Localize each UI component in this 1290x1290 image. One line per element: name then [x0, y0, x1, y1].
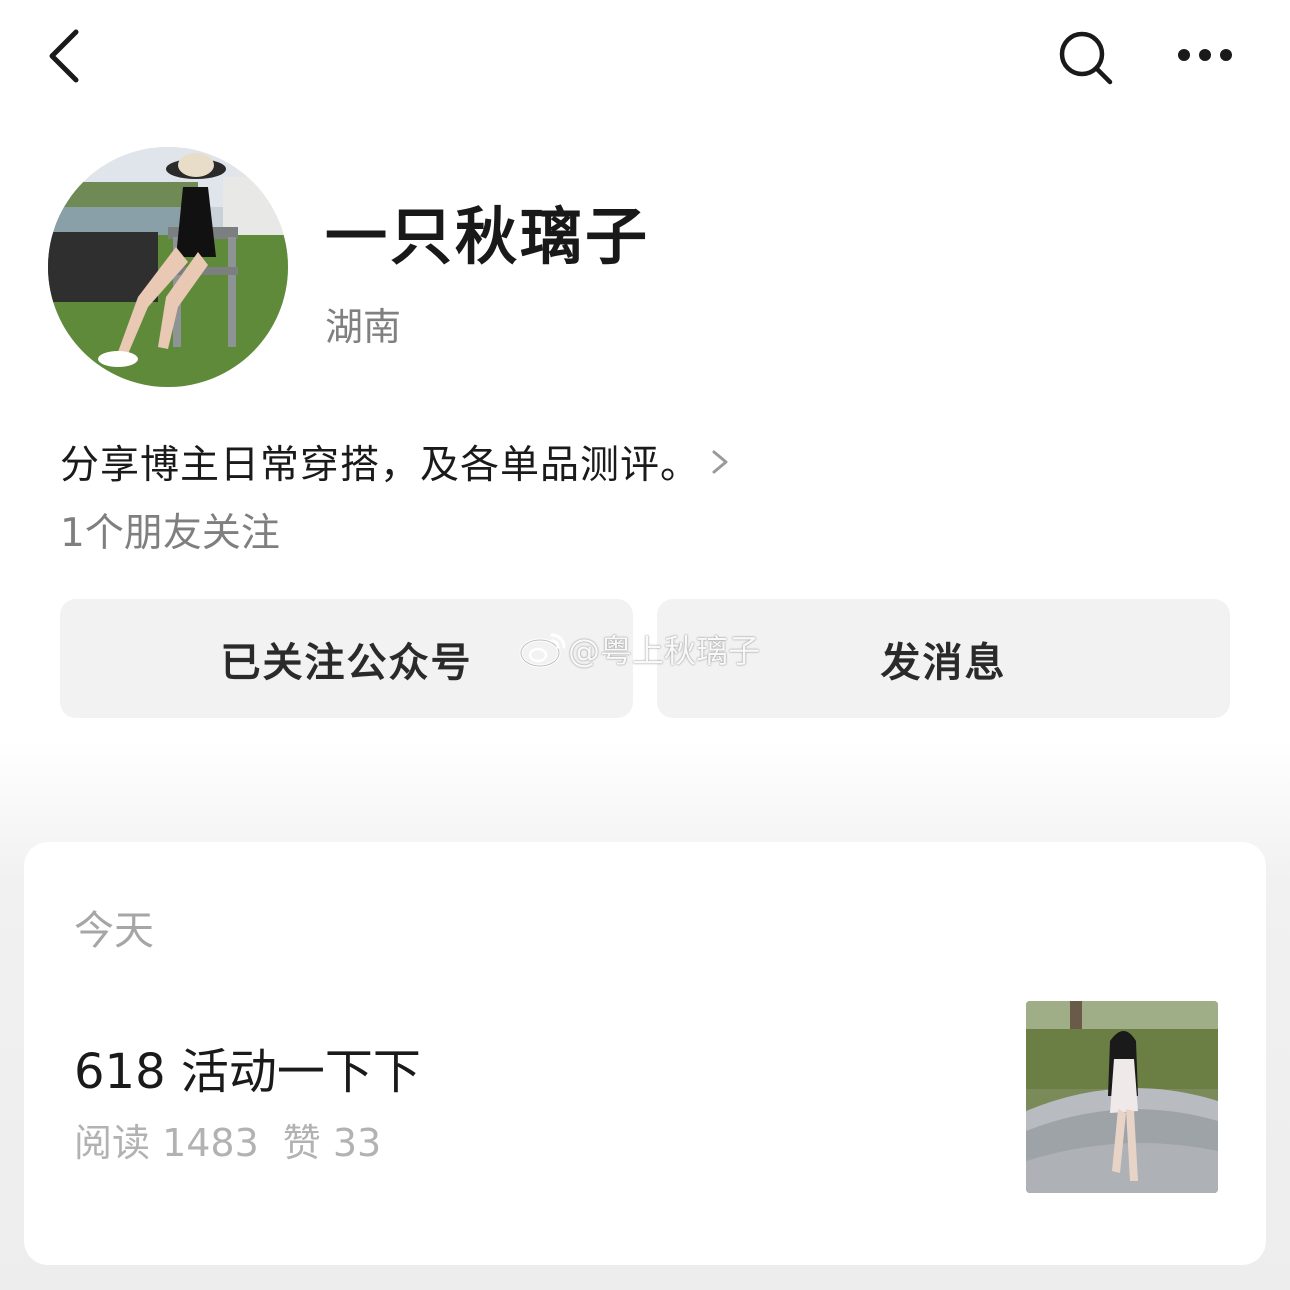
- chevron-right-icon: [712, 450, 728, 474]
- article-like-count: 赞 33: [282, 1121, 382, 1165]
- article-stats: 阅读 1483 赞 33: [74, 1112, 381, 1167]
- account-region: 湖南: [325, 305, 402, 349]
- bio-row[interactable]: 分享博主日常穿搭，及各单品测评。: [60, 434, 734, 490]
- watermark: @粤上秋璃子: [518, 626, 760, 672]
- article-read-count: 阅读 1483: [74, 1121, 259, 1165]
- avatar[interactable]: [48, 147, 288, 387]
- send-message-label: 发消息: [880, 639, 1007, 686]
- friends-following-count[interactable]: 1个朋友关注: [60, 502, 280, 558]
- more-button[interactable]: [1170, 40, 1240, 70]
- article-title[interactable]: 618 活动一下下: [74, 1032, 421, 1102]
- article-thumbnail[interactable]: [1026, 1001, 1218, 1193]
- search-button[interactable]: [1056, 28, 1118, 88]
- chevron-left-icon: [49, 29, 79, 83]
- back-button[interactable]: [40, 22, 100, 92]
- article-thumbnail-photo: [1026, 1001, 1218, 1193]
- more-dots-icon: [1178, 49, 1232, 61]
- articles-card: 今天 618 活动一下下 阅读 1483 赞 33: [24, 842, 1266, 1265]
- bio-text: 分享博主日常穿搭，及各单品测评。: [60, 443, 701, 488]
- avatar-photo: [48, 147, 288, 387]
- account-name: 一只秋璃子: [325, 200, 651, 273]
- search-icon: [1059, 31, 1113, 85]
- weibo-icon: [519, 633, 566, 668]
- date-group-label: 今天: [74, 908, 154, 954]
- followed-account-label: 已关注公众号: [220, 639, 473, 686]
- watermark-text: @粤上秋璃子: [568, 632, 761, 670]
